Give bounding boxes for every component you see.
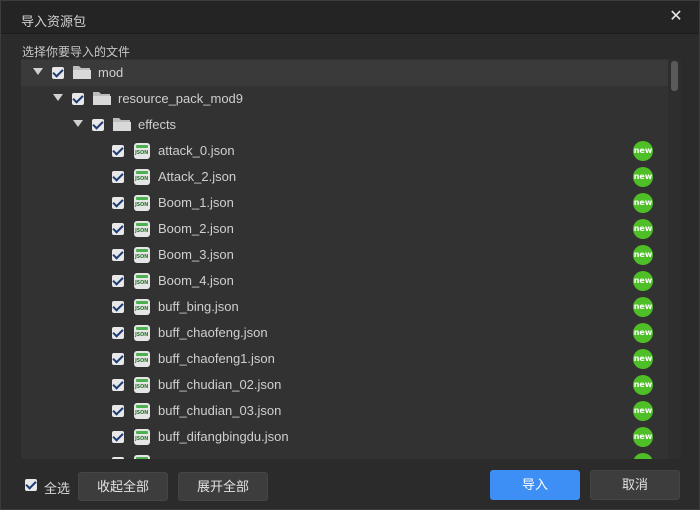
file-checkbox[interactable] xyxy=(112,223,124,235)
new-badge: new xyxy=(633,271,653,291)
new-badge: new xyxy=(633,245,653,265)
json-file-icon: JSON xyxy=(134,247,150,263)
expand-all-button[interactable]: 展开全部 xyxy=(178,472,268,501)
file-label: buff_chaofeng1.json xyxy=(158,351,275,366)
folder-checkbox[interactable] xyxy=(52,67,64,79)
file-label: attack_0.json xyxy=(158,143,235,158)
new-badge: new xyxy=(633,375,653,395)
file-label: buff_difangbingdu.json xyxy=(158,429,289,444)
tree-folder-row[interactable]: mod xyxy=(21,60,668,86)
file-label: buff_chudian_02.json xyxy=(158,377,282,392)
file-label: Boom_2.json xyxy=(158,221,234,236)
file-checkbox[interactable] xyxy=(112,327,124,339)
tree-file-row[interactable]: JSON buff_chaofeng.json new xyxy=(21,320,668,346)
tree-file-row-partial[interactable]: new xyxy=(21,450,668,459)
file-label: Attack_2.json xyxy=(158,169,237,184)
new-badge: new xyxy=(633,323,653,343)
file-label: Boom_3.json xyxy=(158,247,234,262)
file-checkbox[interactable] xyxy=(112,353,124,365)
tree-file-row[interactable]: JSON Boom_4.json new xyxy=(21,268,668,294)
expand-arrow-icon[interactable] xyxy=(33,68,43,75)
cancel-button[interactable]: 取消 xyxy=(590,470,680,500)
tree-file-row[interactable]: JSON Boom_3.json new xyxy=(21,242,668,268)
json-file-icon: JSON xyxy=(134,351,150,367)
expand-arrow-icon[interactable] xyxy=(73,120,83,127)
tree-file-row[interactable]: JSON Boom_1.json new xyxy=(21,190,668,216)
dialog-subtitle: 选择你要导入的文件 xyxy=(22,45,131,59)
folder-label: resource_pack_mod9 xyxy=(118,91,244,106)
json-file-icon: JSON xyxy=(134,143,150,159)
tree-file-row[interactable]: JSON attack_0.json new xyxy=(21,138,668,164)
json-file-icon: JSON xyxy=(134,169,150,185)
folder-label: mod xyxy=(98,65,124,80)
folder-icon xyxy=(92,90,112,107)
select-all-label[interactable]: 全选 xyxy=(44,478,70,497)
tree-folder-row[interactable]: effects xyxy=(21,112,668,138)
tree-file-row[interactable]: JSON Attack_2.json new xyxy=(21,164,668,190)
tree-file-row[interactable]: JSON buff_bing.json new xyxy=(21,294,668,320)
new-badge: new xyxy=(633,219,653,239)
new-badge: new xyxy=(633,167,653,187)
new-badge: new xyxy=(633,401,653,421)
folder-checkbox[interactable] xyxy=(72,93,84,105)
file-label: buff_bing.json xyxy=(158,299,239,314)
file-checkbox[interactable] xyxy=(112,197,124,209)
json-file-icon: JSON xyxy=(134,429,150,445)
file-tree: mod resource_pack_mod9effects JSON attack_0… xyxy=(21,59,681,459)
folder-icon xyxy=(72,64,92,81)
folder-label: effects xyxy=(138,117,177,132)
file-checkbox[interactable] xyxy=(112,301,124,313)
dialog-titlebar: 导入资源包 ✕ xyxy=(1,1,699,34)
new-badge: new xyxy=(633,427,653,447)
new-badge: new xyxy=(633,141,653,161)
tree-file-row[interactable]: JSON buff_chaofeng1.json new xyxy=(21,346,668,372)
json-file-icon: JSON xyxy=(134,377,150,393)
tree-file-row[interactable]: JSON buff_chudian_02.json new xyxy=(21,372,668,398)
folder-checkbox[interactable] xyxy=(92,119,104,131)
json-file-icon: JSON xyxy=(134,299,150,315)
file-checkbox[interactable] xyxy=(112,145,124,157)
file-checkbox[interactable] xyxy=(112,405,124,417)
tree-file-row[interactable]: JSON buff_difangbingdu.json new xyxy=(21,424,668,450)
tree-file-row[interactable]: JSON buff_chudian_03.json new xyxy=(21,398,668,424)
json-file-icon: JSON xyxy=(134,403,150,419)
file-label: Boom_1.json xyxy=(158,195,234,210)
tree-scrollbar[interactable] xyxy=(668,59,681,459)
json-file-icon: JSON xyxy=(134,195,150,211)
new-badge: new xyxy=(633,453,653,459)
close-icon[interactable]: ✕ xyxy=(667,8,685,26)
json-file-icon: JSON xyxy=(134,221,150,237)
folder-icon xyxy=(112,116,132,133)
new-badge: new xyxy=(633,297,653,317)
new-badge: new xyxy=(633,349,653,369)
tree-folder-row[interactable]: resource_pack_mod9 xyxy=(21,86,668,112)
select-all-checkbox[interactable] xyxy=(25,479,37,491)
file-label: buff_chaofeng.json xyxy=(158,325,268,340)
tree-file-row[interactable]: JSON Boom_2.json new xyxy=(21,216,668,242)
file-checkbox[interactable] xyxy=(112,171,124,183)
dialog-title: 导入资源包 xyxy=(21,14,87,29)
file-label: buff_chudian_03.json xyxy=(158,403,282,418)
file-checkbox[interactable] xyxy=(112,379,124,391)
import-button[interactable]: 导入 xyxy=(490,470,580,500)
file-checkbox[interactable] xyxy=(112,457,124,459)
file-label: Boom_4.json xyxy=(158,273,234,288)
json-file-icon xyxy=(134,455,150,459)
json-file-icon: JSON xyxy=(134,325,150,341)
new-badge: new xyxy=(633,193,653,213)
scrollbar-thumb[interactable] xyxy=(671,61,678,91)
json-file-icon: JSON xyxy=(134,273,150,289)
import-resource-pack-dialog: 导入资源包 ✕ 选择你要导入的文件 mod resource_pack_mod9e… xyxy=(0,0,700,510)
collapse-all-button[interactable]: 收起全部 xyxy=(78,472,168,501)
file-checkbox[interactable] xyxy=(112,249,124,261)
expand-arrow-icon[interactable] xyxy=(53,94,63,101)
file-checkbox[interactable] xyxy=(112,431,124,443)
file-checkbox[interactable] xyxy=(112,275,124,287)
